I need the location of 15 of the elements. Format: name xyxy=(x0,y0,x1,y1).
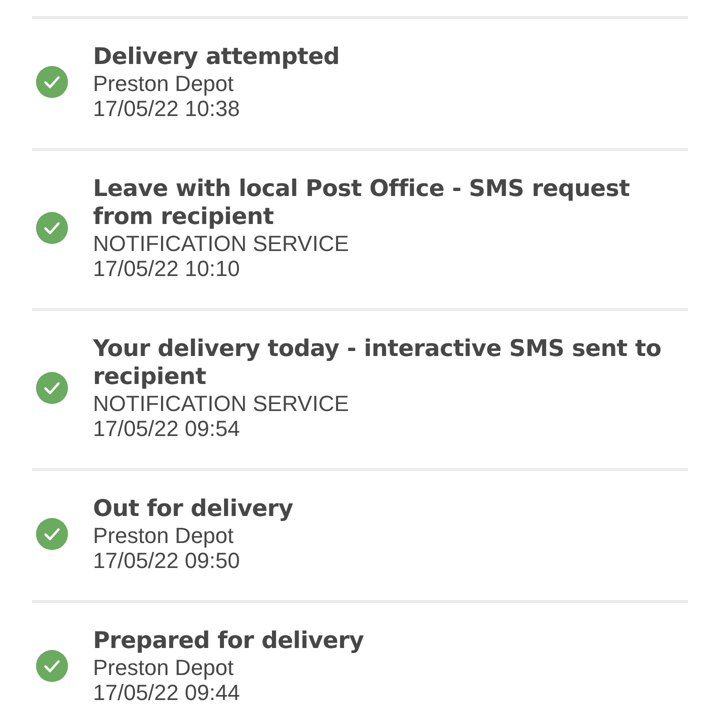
event-location: NOTIFICATION SERVICE xyxy=(93,231,349,257)
event-time: 17/05/22 10:10 xyxy=(93,257,240,281)
event-location: Preston Depot xyxy=(93,71,234,97)
event-title: Prepared for delivery xyxy=(93,627,364,655)
event-location: Preston Depot xyxy=(93,523,234,549)
event-title: Leave with local Post Office - SMS request from recipient xyxy=(93,175,631,231)
event-time: 17/05/22 10:38 xyxy=(93,97,240,121)
event-location: NOTIFICATION SERVICE xyxy=(93,391,349,417)
event-time: 17/05/22 09:50 xyxy=(93,549,240,573)
event-title: Out for delivery xyxy=(93,495,294,523)
event-title: Delivery attempted xyxy=(93,43,340,71)
event-title: Your delivery today - interactive SMS sent to recipient xyxy=(93,335,662,391)
event-time: 17/05/22 09:44 xyxy=(93,681,240,705)
event-location: Preston Depot xyxy=(93,655,234,681)
event-time: 17/05/22 09:54 xyxy=(93,417,240,441)
